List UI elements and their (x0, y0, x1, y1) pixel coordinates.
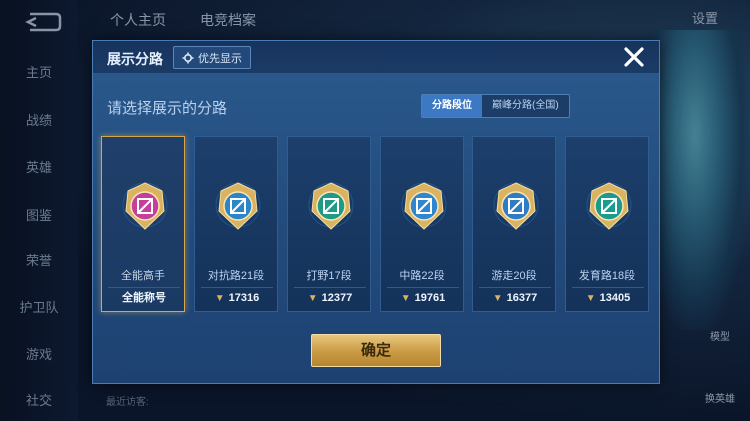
peak-score-icon: ▼ (400, 293, 411, 304)
farm-lane-badge-icon (586, 182, 632, 230)
segment-peak-lane[interactable]: 巅峰分路(全国) (482, 95, 569, 117)
dialog-header: 展示分路 优先显示 (93, 41, 659, 73)
priority-display-label: 优先显示 (198, 52, 242, 65)
lane-card[interactable]: 发育路18段 ▼ 13405 (565, 136, 649, 312)
gear-icon (182, 52, 194, 63)
peak-score-icon: ▼ (492, 293, 503, 304)
mid-lane-badge-icon (401, 182, 447, 230)
confirm-button[interactable]: 确定 (311, 334, 441, 367)
peak-score-icon: ▼ (214, 293, 225, 304)
lane-card-peak-score: ▼ 12377 (294, 287, 366, 308)
lane-card-peak-score: ▼ 13405 (572, 287, 644, 308)
lane-card[interactable]: 中路22段 ▼ 19761 (380, 136, 464, 312)
lane-card-foot-value: 16377 (506, 292, 538, 304)
clash-lane-badge-icon (215, 182, 261, 230)
segment-lane-rank[interactable]: 分路段位 (422, 95, 482, 117)
lane-card-foot-value: 19761 (414, 292, 446, 304)
lane-card-name: 发育路18段 (578, 270, 636, 282)
dialog-subtitle: 请选择展示的分路 (107, 100, 228, 117)
lane-card[interactable]: 打野17段 ▼ 12377 (287, 136, 371, 312)
lane-card-foot-value: 17316 (228, 292, 260, 304)
lane-card-foot-value: 12377 (321, 292, 353, 304)
lane-mode-toggle: 分路段位 巅峰分路(全国) (421, 94, 570, 118)
all-round-badge-icon (122, 182, 168, 230)
dialog-title: 展示分路 (107, 51, 163, 67)
peak-score-icon: ▼ (307, 293, 318, 304)
peak-score-icon: ▼ (585, 293, 596, 304)
roam-badge-icon (493, 182, 539, 230)
lane-card-name: 中路22段 (399, 270, 445, 282)
lane-card[interactable]: 游走20段 ▼ 16377 (472, 136, 556, 312)
lane-card-peak-score: ▼ 17316 (201, 287, 273, 308)
lane-card-name: 全能高手 (121, 270, 165, 282)
lane-card-peak-score: ▼ 16377 (479, 287, 551, 308)
lane-card-name: 游走20段 (491, 270, 537, 282)
jungle-badge-icon (308, 182, 354, 230)
lane-card-foot-value: 13405 (599, 292, 631, 304)
lane-card-name: 对抗路21段 (207, 270, 265, 282)
lane-display-dialog: 展示分路 优先显示 请选择展示的分路 分路段位 巅峰分路(全国) 全能高手全能称… (92, 40, 660, 384)
lane-card-foot-value: 全能称号 (122, 292, 166, 304)
lane-card-peak-score: ▼ 19761 (387, 287, 459, 308)
priority-display-button[interactable]: 优先显示 (173, 46, 251, 69)
lane-card[interactable]: 对抗路21段 ▼ 17316 (194, 136, 278, 312)
lane-card[interactable]: 全能高手 全能称号 (101, 136, 185, 312)
lane-card-name: 打野17段 (306, 270, 352, 282)
close-icon[interactable] (621, 44, 647, 70)
lane-card-title: 全能称号 (108, 287, 180, 308)
